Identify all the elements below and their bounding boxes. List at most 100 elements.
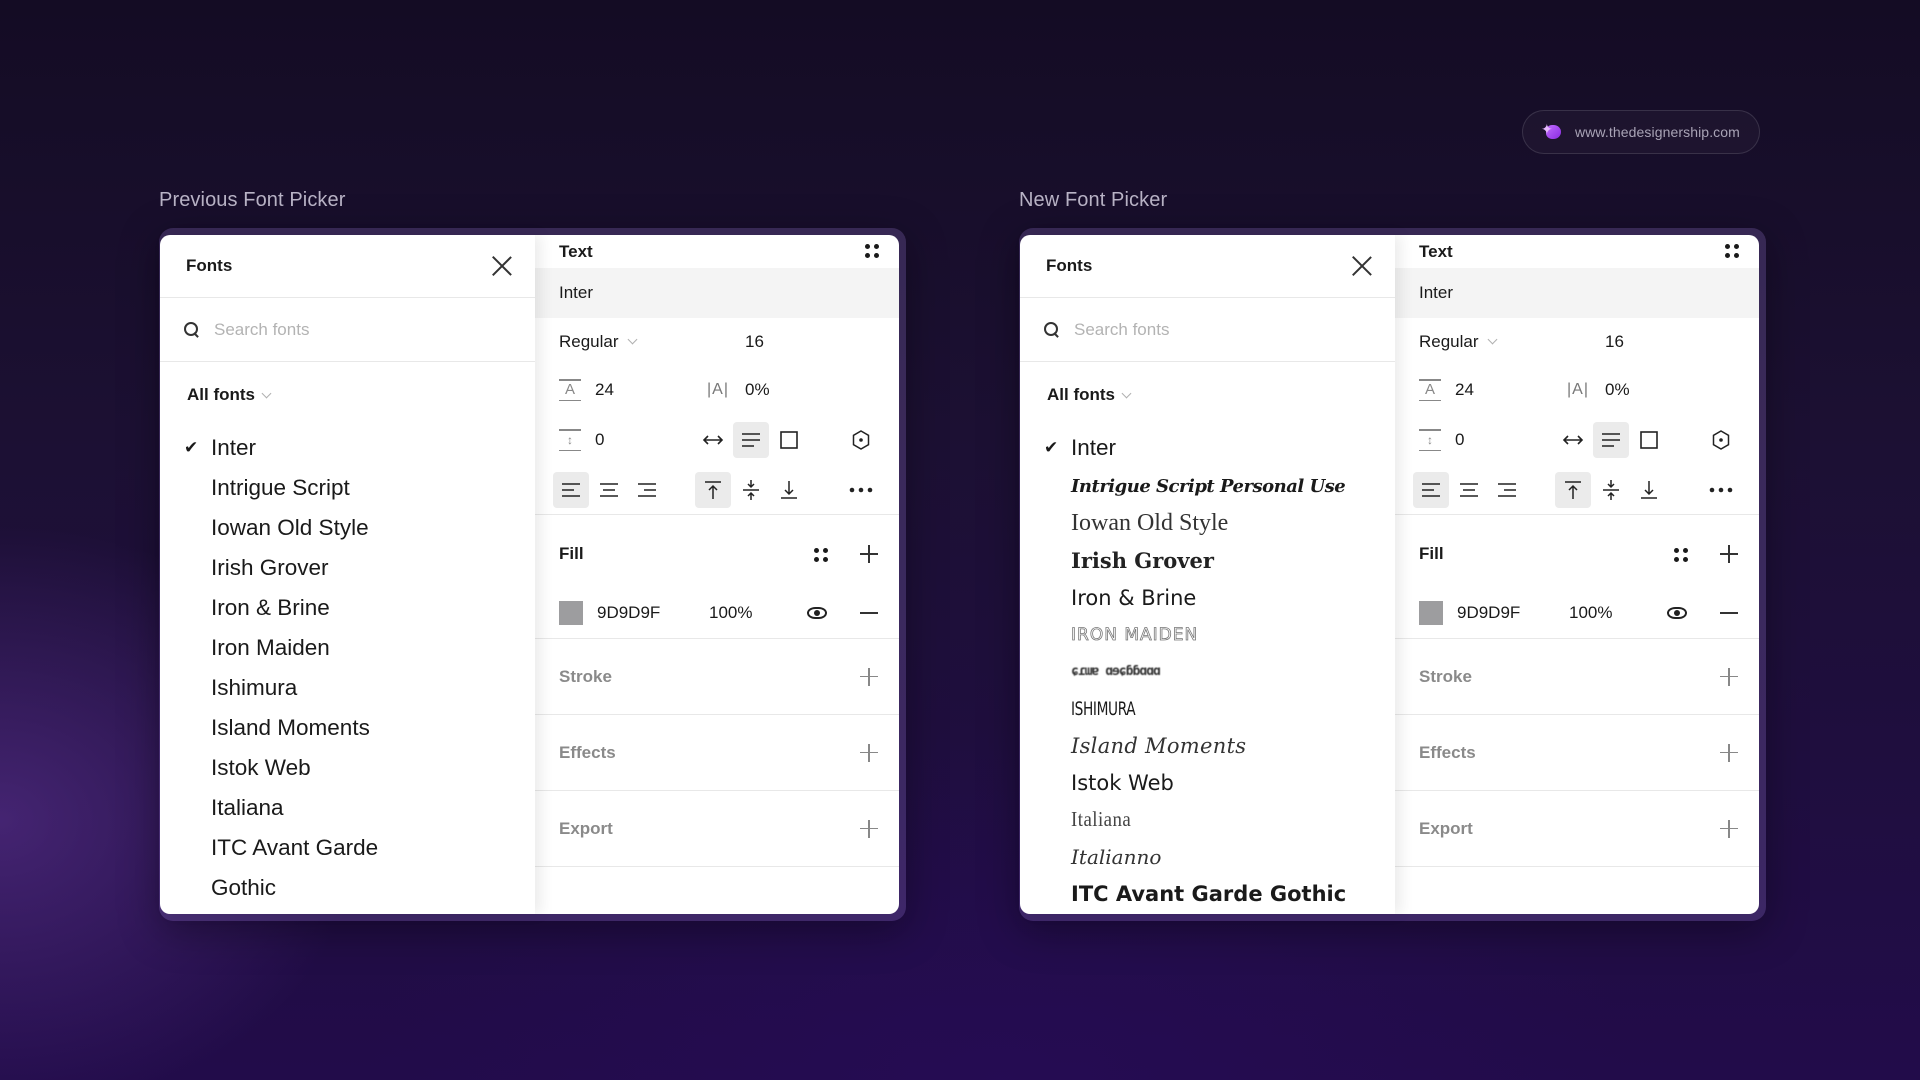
font-list-item[interactable]: ISHIMURA xyxy=(1044,690,1395,727)
close-icon[interactable] xyxy=(1351,255,1373,277)
eye-icon[interactable] xyxy=(1667,606,1687,619)
close-icon[interactable] xyxy=(491,255,513,277)
font-size-field[interactable]: 16 xyxy=(745,332,764,352)
paragraph-spacing-field[interactable]: 0 xyxy=(1455,430,1464,450)
add-fill-icon[interactable] xyxy=(1720,545,1738,563)
add-stroke-icon[interactable] xyxy=(1720,667,1738,686)
font-list-item[interactable]: Istok Web xyxy=(184,748,535,788)
more-icon[interactable] xyxy=(1703,472,1739,508)
font-list-item[interactable]: Iowan Old Style xyxy=(1044,505,1395,542)
stroke-section[interactable]: Stroke xyxy=(1395,639,1759,715)
four-dots-icon[interactable] xyxy=(1674,548,1688,562)
fill-opacity-field[interactable]: 100% xyxy=(709,603,752,623)
font-list-item[interactable]: Italiana xyxy=(1044,801,1395,838)
font-list-item[interactable]: Irish Grover xyxy=(184,548,535,588)
auto-height-icon[interactable] xyxy=(733,422,769,458)
font-list-item[interactable]: ✔ Inter xyxy=(1044,428,1395,468)
font-family-field[interactable]: Inter xyxy=(1395,268,1759,318)
font-size-field[interactable]: 16 xyxy=(1605,332,1624,352)
add-fill-icon[interactable] xyxy=(860,545,878,563)
letter-spacing-field[interactable]: 0% xyxy=(1605,380,1630,400)
letter-spacing-field[interactable]: 0% xyxy=(745,380,770,400)
align-center-icon[interactable] xyxy=(591,472,627,508)
font-list-item[interactable]: Iron & Brine xyxy=(184,588,535,628)
auto-width-icon[interactable] xyxy=(695,422,731,458)
font-filter-dropdown[interactable]: All fonts xyxy=(160,362,535,428)
line-height-field[interactable]: 24 xyxy=(595,380,614,400)
font-list-item[interactable]: Irish Grover xyxy=(1044,542,1395,579)
font-list-item[interactable]: Iron & Brine xyxy=(1044,579,1395,616)
align-bottom-icon[interactable] xyxy=(771,472,807,508)
fonts-panel-header: Fonts xyxy=(1020,235,1395,298)
align-middle-icon[interactable] xyxy=(733,472,769,508)
align-right-icon[interactable] xyxy=(629,472,665,508)
font-list-item[interactable]: Italianno xyxy=(1044,838,1395,875)
four-dots-icon[interactable] xyxy=(865,244,879,258)
line-height-icon: A xyxy=(1419,378,1441,402)
font-search-input[interactable] xyxy=(1074,319,1334,340)
auto-height-icon[interactable] xyxy=(1593,422,1629,458)
fill-color-swatch[interactable] xyxy=(1419,600,1443,625)
type-settings-icon[interactable] xyxy=(843,422,879,458)
fill-hex-field[interactable]: 9D9D9F xyxy=(1457,603,1520,623)
remove-fill-icon[interactable] xyxy=(860,611,878,614)
auto-width-icon[interactable] xyxy=(1555,422,1591,458)
align-bottom-icon[interactable] xyxy=(1631,472,1667,508)
align-center-icon[interactable] xyxy=(1451,472,1487,508)
effects-section[interactable]: Effects xyxy=(1395,715,1759,791)
font-list-item[interactable]: ✔ Inter xyxy=(184,428,535,468)
line-height-field[interactable]: 24 xyxy=(1455,380,1474,400)
text-properties-panel: Text Inter Regular 16 A 24 |A| 0% ↕ 0 Fi… xyxy=(535,235,899,914)
font-list-item[interactable]: ɕɾɯɐ ɑɘɕɓɓɑɑɑ xyxy=(1044,653,1395,690)
fill-color-swatch[interactable] xyxy=(559,600,583,625)
export-section[interactable]: Export xyxy=(535,791,899,867)
font-list-item[interactable]: Ishimura xyxy=(184,668,535,708)
paragraph-spacing-field[interactable]: 0 xyxy=(595,430,604,450)
add-effect-icon[interactable] xyxy=(1720,743,1738,762)
font-style-dropdown[interactable]: Regular xyxy=(559,332,619,352)
font-list-item[interactable]: Italiana xyxy=(184,788,535,828)
font-list-item[interactable]: ITC Avant Garde Gothic xyxy=(1044,875,1395,912)
fill-opacity-field[interactable]: 100% xyxy=(1569,603,1612,623)
font-list-item[interactable]: Iron Maiden xyxy=(184,628,535,668)
eye-icon[interactable] xyxy=(807,606,827,619)
align-top-icon[interactable] xyxy=(1555,471,1591,508)
fixed-size-icon[interactable] xyxy=(771,422,807,458)
font-list-item[interactable]: Iron Maiden xyxy=(1044,616,1395,653)
font-list-item[interactable]: Island Moments xyxy=(184,708,535,748)
add-stroke-icon[interactable] xyxy=(860,667,878,686)
fill-hex-field[interactable]: 9D9D9F xyxy=(597,603,660,623)
add-export-icon[interactable] xyxy=(860,819,878,838)
add-export-icon[interactable] xyxy=(1720,819,1738,838)
font-style-dropdown[interactable]: Regular xyxy=(1419,332,1479,352)
export-title: Export xyxy=(559,818,613,838)
website-badge[interactable]: www.thedesignership.com xyxy=(1522,110,1760,154)
align-left-icon[interactable] xyxy=(553,471,589,508)
effects-section[interactable]: Effects xyxy=(535,715,899,791)
line-height-icon: A xyxy=(559,378,581,402)
font-list-item[interactable]: Istok Web xyxy=(1044,764,1395,801)
align-middle-icon[interactable] xyxy=(1593,472,1629,508)
font-list-item[interactable]: Island Moments xyxy=(1044,727,1395,764)
font-filter-dropdown[interactable]: All fonts xyxy=(1020,362,1395,428)
four-dots-icon[interactable] xyxy=(1725,244,1739,258)
font-search-input[interactable] xyxy=(214,319,474,340)
add-effect-icon[interactable] xyxy=(860,743,878,762)
more-icon[interactable] xyxy=(843,472,879,508)
font-list-item[interactable]: Intrigue Script Personal Use xyxy=(1044,468,1395,505)
fixed-size-icon[interactable] xyxy=(1631,422,1667,458)
font-list-item[interactable]: ITC Avant Garde xyxy=(184,828,535,868)
remove-fill-icon[interactable] xyxy=(1720,611,1738,614)
font-list-item[interactable]: Intrigue Script xyxy=(184,468,535,508)
font-list-item[interactable]: Gothic xyxy=(184,868,535,908)
align-left-icon[interactable] xyxy=(1413,471,1449,508)
align-top-icon[interactable] xyxy=(695,471,731,508)
export-section[interactable]: Export xyxy=(1395,791,1759,867)
type-settings-icon[interactable] xyxy=(1703,422,1739,458)
text-panel-title: Text xyxy=(559,242,593,261)
font-list-item[interactable]: Iowan Old Style xyxy=(184,508,535,548)
stroke-section[interactable]: Stroke xyxy=(535,639,899,715)
four-dots-icon[interactable] xyxy=(814,548,828,562)
font-family-field[interactable]: Inter xyxy=(535,268,899,318)
align-right-icon[interactable] xyxy=(1489,472,1525,508)
